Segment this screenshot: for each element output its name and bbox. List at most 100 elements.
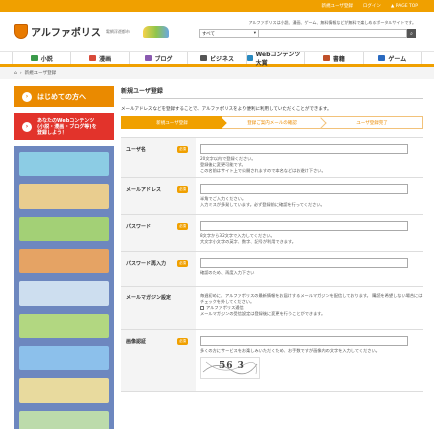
password-confirm-input[interactable]: [200, 258, 408, 268]
nav-item-label: 書籍: [332, 55, 345, 63]
register-content-label: あなたのWebコンテンツ (小説・漫画・ブログ等)を 登録しよう！: [37, 118, 97, 136]
login-link[interactable]: ログイン: [363, 3, 381, 9]
page-title: 新規ユーザ登録: [121, 86, 423, 99]
logo-illustration: [142, 25, 169, 38]
nav-item-1[interactable]: 漫画: [71, 52, 130, 64]
mailmag-row: メールマガジン設定 毎週初めに、アルファポリスの最新情報をお届けするメールマガジ…: [121, 287, 423, 330]
nav-item-2[interactable]: ブログ: [130, 52, 189, 64]
captcha-image: 56 3: [200, 357, 260, 379]
email-row: メールアドレス 必須 半角でご入力ください。 入力ミスが多発しています。必ず登録前…: [121, 178, 423, 215]
email-help-2: 入力ミスが多発しています。必ず登録前に確認を行ってください。: [200, 202, 325, 207]
mailmag-checkbox[interactable]: [200, 306, 204, 310]
first-time-label: はじめての方へ: [37, 92, 86, 101]
required-badge: 必須: [177, 223, 188, 230]
password-confirm-label: パスワード再入力: [126, 261, 167, 267]
page-description: メールアドレスなどを登録することで、アルファポリスをより便利に利用していただくこ…: [121, 107, 332, 112]
logo-text: アルファポリス: [31, 28, 101, 39]
mailmag-help-2: メールマガジンの受信設定は登録後に変更を行うことができます。: [200, 311, 326, 316]
books-icon: [322, 55, 330, 61]
sidebar: › はじめての方へ › あなたのWebコンテンツ (小説・漫画・ブログ等)を 登…: [14, 86, 114, 429]
password-help-2: 大文字小文字の英字、数字、記号が利用できます。: [200, 239, 296, 244]
step-1: 新規ユーザ登録: [121, 116, 227, 129]
breadcrumb: ⌂ › 新規ユーザ登録: [0, 67, 434, 79]
mailmag-checkbox-label: アルファポリス通信: [206, 305, 244, 310]
username-row: ユーザ名 必須 20文字以内で登録ください。 登録後に変更可能です。 この名前はサ…: [121, 138, 423, 178]
site-header: アルファポリス 電網浮遊都市 アルファポリスは小説、漫画、ゲーム、無料情報などが…: [0, 12, 434, 52]
sidebar-banner-0[interactable]: [19, 152, 109, 177]
search-category-value: すべて: [202, 31, 216, 37]
logo-shield-icon: [14, 24, 28, 39]
logo-subtitle: 電網浮遊都市: [105, 28, 130, 34]
nav-item-label: ゲーム: [388, 55, 407, 63]
nav-item-6[interactable]: ゲーム: [364, 52, 422, 64]
site-logo[interactable]: アルファポリス 電網浮遊都市: [14, 24, 169, 39]
sidebar-banner-1[interactable]: [19, 184, 109, 209]
mailmag-help-1: 毎週初めに、アルファポリスの最新情報をお届けするメールマガジンを配信しております…: [200, 293, 423, 304]
password-label: パスワード: [126, 224, 152, 230]
sidebar-banner-6[interactable]: [19, 345, 109, 371]
home-icon[interactable]: ⌂: [14, 71, 17, 76]
sidebar-banner-8[interactable]: [19, 410, 109, 429]
first-time-button[interactable]: › はじめての方へ: [14, 86, 114, 107]
nav-item-label: ビジネス: [209, 55, 234, 63]
search-category-select[interactable]: すべて ▾: [199, 29, 259, 38]
blog-icon: [144, 55, 152, 61]
required-badge: 必須: [177, 260, 188, 267]
sidebar-banner-5[interactable]: [19, 313, 109, 338]
sidebar-banner-3[interactable]: [19, 248, 109, 274]
username-help-3: この名前はサイト上で公開されますので本名などはお避け下さい。: [200, 168, 326, 173]
email-input[interactable]: [200, 184, 408, 194]
comic-icon: [89, 55, 97, 61]
username-input[interactable]: [200, 144, 408, 154]
page-top-link[interactable]: ▲ PAGE TOP: [391, 4, 418, 9]
main-content: 新規ユーザ登録 メールアドレスなどを登録することで、アルファポリスをより便利に利…: [121, 86, 423, 392]
mailmag-label: メールマガジン設定: [126, 295, 172, 301]
step-2: 登録ご案内メールの確認: [222, 116, 327, 129]
search-input[interactable]: [259, 29, 407, 38]
password-confirm-row: パスワード再入力 必須 確認のため、再度入力下さい: [121, 252, 423, 287]
password-confirm-help: 確認のため、再度入力下さい: [200, 270, 255, 275]
nav-item-label: 小説: [40, 55, 53, 63]
breadcrumb-current: 新規ユーザ登録: [24, 71, 57, 76]
breadcrumb-separator: ›: [19, 70, 22, 76]
required-badge: 必須: [177, 338, 188, 345]
main-navigation: 小説 漫画 ブログ ビジネス Webコンテンツ大賞 書籍 ゲーム: [0, 51, 434, 67]
username-label: ユーザ名: [126, 147, 146, 153]
captcha-row: 画像認証 必須 多くの方にサービスをお楽しみいただくため、お手数ですが画像内の文字…: [121, 330, 423, 392]
chevron-down-icon: ▾: [253, 31, 256, 36]
password-row: パスワード 必須 8文字から32文字で入力してください。 大文字小文字の英字、数字…: [121, 215, 423, 252]
sidebar-banners: [14, 146, 114, 429]
award-icon: [246, 55, 253, 61]
register-link[interactable]: 新規ユーザ登録: [321, 3, 352, 9]
search-bar: すべて ▾ ⌕: [199, 29, 416, 38]
email-label: メールアドレス: [126, 187, 162, 193]
captcha-input[interactable]: [200, 336, 408, 346]
site-tagline: アルファポリスは小説、漫画、ゲーム、無料情報などが無料で楽しめるポータルサイトで…: [248, 20, 416, 25]
business-icon: [199, 55, 207, 61]
password-input[interactable]: [200, 221, 408, 231]
search-icon: ⌕: [410, 30, 413, 37]
required-badge: 必須: [177, 146, 188, 153]
nav-item-label: 漫画: [99, 55, 112, 63]
captcha-label: 画像認証: [126, 339, 147, 345]
step-3-label: ユーザ登録完了: [356, 120, 388, 126]
step-1-label: 新規ユーザ登録: [156, 120, 188, 126]
arrow-right-icon: ›: [22, 91, 32, 102]
nav-item-3[interactable]: ビジネス: [188, 52, 247, 64]
captcha-text: 56 3: [219, 361, 245, 371]
captcha-help: 多くの方にサービスをお楽しみいただくため、お手数ですが画像内の文字を入力してくだ…: [200, 348, 380, 353]
sidebar-banner-7[interactable]: [19, 378, 109, 403]
top-utility-bar: 新規ユーザ登録 ログイン ▲ PAGE TOP: [0, 0, 434, 12]
register-content-line3: 登録しよう！: [37, 129, 68, 136]
search-button[interactable]: ⌕: [407, 29, 416, 38]
nav-item-4[interactable]: Webコンテンツ大賞: [246, 51, 306, 67]
arrow-right-icon: ›: [22, 121, 32, 132]
register-content-button[interactable]: › あなたのWebコンテンツ (小説・漫画・ブログ等)を 登録しよう！: [14, 113, 114, 140]
sidebar-banner-4[interactable]: [19, 281, 109, 306]
sidebar-banner-2[interactable]: [19, 216, 109, 241]
book-icon: [30, 55, 38, 61]
nav-item-0[interactable]: 小説: [12, 52, 72, 64]
nav-item-5[interactable]: 書籍: [305, 52, 364, 64]
progress-steps: 新規ユーザ登録 登録ご案内メールの確認 ユーザ登録完了: [121, 116, 423, 129]
game-icon: [378, 55, 386, 61]
